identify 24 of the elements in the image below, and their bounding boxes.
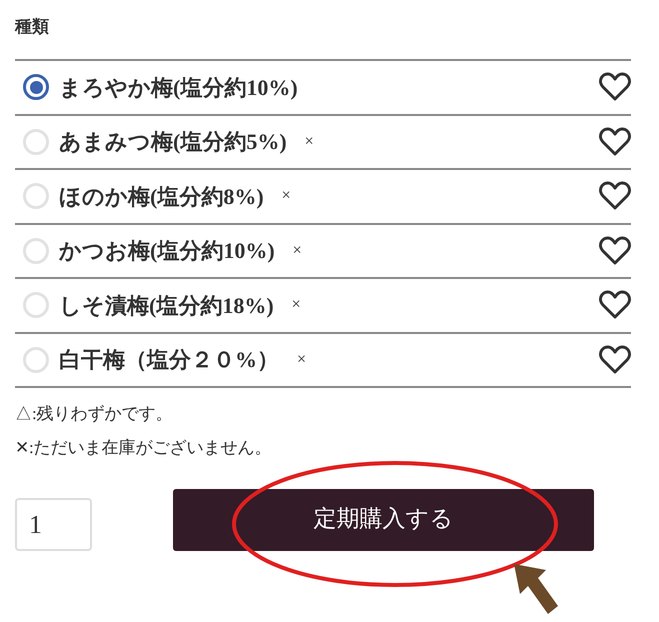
heart-icon[interactable] [599,126,631,157]
stock-mark: × [304,132,314,152]
legend-text: ✕:ただいま在庫がございません。 [15,437,273,459]
stock-mark: × [282,186,291,206]
arrow-icon [512,562,560,616]
section-title: 種類 [15,16,50,38]
option-label: かつお梅(塩分約10%) [59,237,275,266]
legend-text: △:残りわずかです。 [15,403,174,425]
radio-button[interactable] [23,74,49,100]
heart-icon[interactable] [599,290,631,320]
stock-mark: × [292,240,302,261]
option-label: しそ漬梅(塩分約18%) [59,292,274,320]
stock-mark: × [292,295,301,316]
subscribe-button[interactable]: 定期購入する [173,488,594,550]
option-label: あまみつ梅(塩分約5%) [59,128,287,156]
heart-icon[interactable] [599,181,631,212]
option-label: ほのか梅(塩分約8%) [59,182,264,211]
quantity-field[interactable]: 1 [15,498,92,551]
heart-icon[interactable] [599,236,631,266]
heart-icon[interactable] [599,72,631,102]
option-label: 白干梅（塩分２０%） [59,346,279,374]
heart-icon[interactable] [599,344,631,375]
stock-mark: × [297,350,306,370]
option-label: まろやか梅(塩分約10%) [59,74,298,102]
